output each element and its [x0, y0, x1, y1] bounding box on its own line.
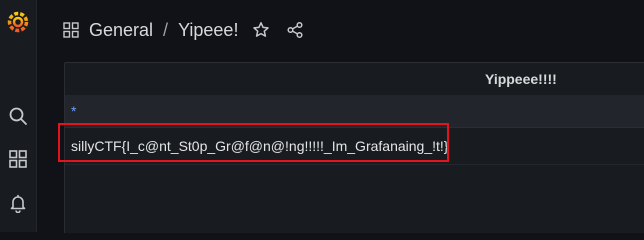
panel-title[interactable]: Yippeee!!!! — [485, 71, 557, 87]
breadcrumb-separator: / — [163, 20, 169, 40]
column-header[interactable]: * — [71, 103, 76, 119]
top-nav-bar: General / Yipeee! — [37, 0, 644, 60]
star-icon[interactable] — [251, 20, 271, 40]
grafana-logo-icon[interactable] — [6, 10, 30, 34]
data-table: * sillyCTF{I_c@nt_St0p_Gr@f@n@!ng!!!!!_I… — [65, 95, 644, 165]
dashboard-grid-icon — [63, 22, 79, 38]
breadcrumb: General / Yipeee! — [89, 18, 238, 42]
dashboard-title[interactable]: Yipeee! — [178, 18, 238, 42]
table-panel: Yippeee!!!! * sillyCTF{I_c@nt_St0p_Gr@f@… — [64, 62, 644, 233]
table-row: sillyCTF{I_c@nt_St0p_Gr@f@n@!ng!!!!!_Im_… — [65, 128, 644, 165]
bell-icon[interactable] — [6, 191, 30, 215]
breadcrumb-folder-link[interactable]: General — [89, 18, 153, 42]
dashboards-icon[interactable] — [6, 147, 30, 171]
sidebar — [0, 0, 37, 232]
share-icon[interactable] — [285, 20, 305, 40]
main-area: General / Yipeee! Yippeee!!!! * sillyCTF… — [37, 0, 644, 233]
table-cell: sillyCTF{I_c@nt_St0p_Gr@f@n@!ng!!!!!_Im_… — [71, 138, 449, 154]
table-header-row: * — [65, 95, 644, 128]
search-icon[interactable] — [6, 104, 30, 128]
